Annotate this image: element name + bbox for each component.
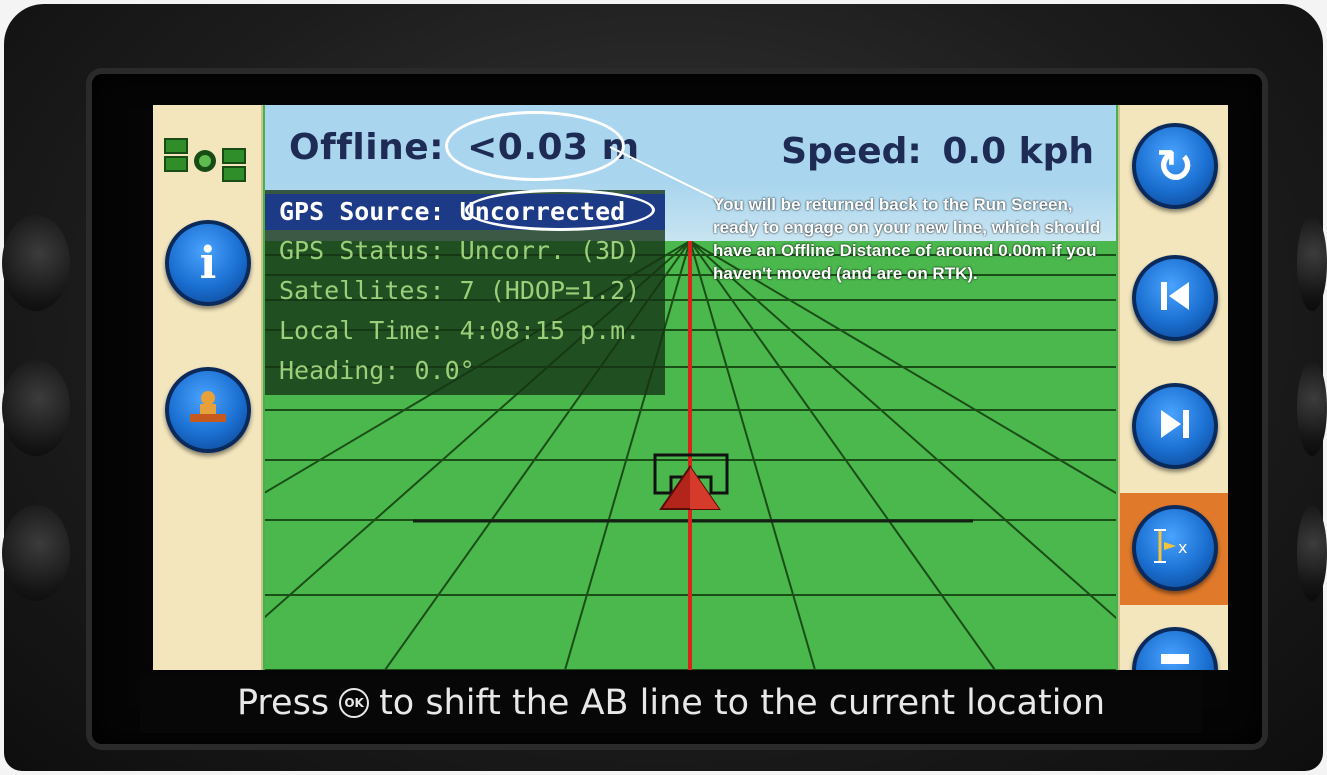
ok-icon: OK — [339, 688, 370, 718]
hardware-button-left-2[interactable] — [2, 360, 70, 456]
status-message: to shift the AB line to the current loca… — [379, 683, 1106, 723]
menu-icon — [1157, 650, 1193, 670]
run-screen: i Offline: <0.03 m Speed: 0.0 kph GPS So… — [153, 105, 1228, 670]
info-icon: i — [199, 237, 217, 289]
refresh-button[interactable]: ↻ — [1132, 123, 1218, 209]
status-prefix: Press — [236, 683, 330, 723]
skip-back-button[interactable] — [1132, 255, 1218, 341]
hardware-button-left-3[interactable] — [2, 505, 70, 601]
field-view: Offline: <0.03 m Speed: 0.0 kph GPS Sour… — [265, 105, 1116, 670]
ab-line-shift-button[interactable]: x — [1132, 505, 1218, 591]
hardware-button-right-3[interactable] — [1297, 505, 1327, 601]
implement-icon — [186, 386, 230, 434]
refresh-icon: ↻ — [1155, 139, 1195, 193]
skip-forward-icon — [1155, 404, 1195, 448]
hardware-button-right-2[interactable] — [1297, 360, 1327, 456]
right-toolbar: ↻ x — [1118, 105, 1228, 670]
callout-line — [609, 146, 721, 202]
left-toolbar: i — [153, 105, 263, 670]
annotation-text: You will be returned back to the Run Scr… — [713, 195, 1101, 283]
hardware-button-right-1[interactable] — [1297, 215, 1327, 311]
menu-button[interactable] — [1132, 627, 1218, 670]
svg-text:x: x — [1178, 538, 1187, 557]
satellite-icon[interactable] — [163, 131, 251, 191]
skip-forward-button[interactable] — [1132, 383, 1218, 469]
info-button[interactable]: i — [165, 220, 251, 306]
skip-back-icon — [1155, 276, 1195, 320]
implement-button[interactable] — [165, 367, 251, 453]
hardware-button-left-1[interactable] — [2, 215, 70, 311]
status-bar: Press OK to shift the AB line to the cur… — [140, 673, 1202, 733]
ab-line-shift-icon: x — [1150, 526, 1200, 570]
